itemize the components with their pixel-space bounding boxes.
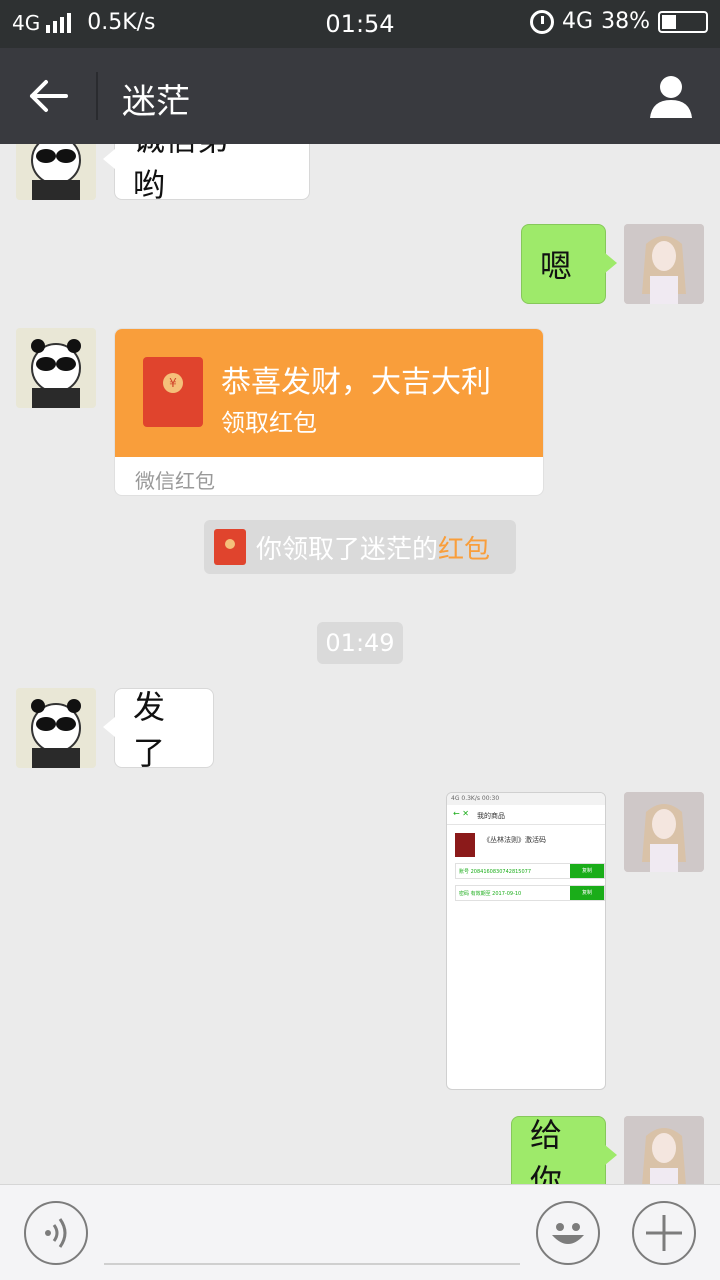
title-divider: [96, 72, 98, 120]
screenshot-copy-button: 复制: [570, 886, 604, 900]
message-bubble[interactable]: 给你: [511, 1116, 617, 1184]
screenshot-row: 密码 有效期至 2017-09-10 复制: [455, 885, 605, 901]
battery-percent: 38%: [601, 9, 650, 34]
page-title: 迷茫: [122, 82, 190, 122]
emoji-button[interactable]: [536, 1201, 600, 1265]
status-right: 4G 38%: [530, 9, 708, 34]
panda-avatar-icon: [16, 144, 96, 200]
message-bubble[interactable]: 诚信第一哟: [103, 144, 310, 204]
chat-area[interactable]: 诚信第一哟 嗯 ¥ 恭喜发财，大吉大利 领取红包 微信红包: [0, 144, 720, 1184]
alarm-icon: [530, 9, 555, 34]
profile-button[interactable]: [648, 72, 694, 120]
title-bar: 迷茫: [0, 48, 720, 144]
more-button[interactable]: [632, 1201, 696, 1265]
girl-avatar-icon: [624, 792, 704, 872]
red-packet-small-icon: [214, 529, 246, 565]
red-packet-body: ¥ 恭喜发财，大吉大利 领取红包: [115, 329, 543, 457]
avatar-contact[interactable]: [16, 688, 96, 768]
screenshot-copy-button: 复制: [570, 864, 604, 878]
screenshot-row: 账号 2084160830742815077 复制: [455, 863, 605, 879]
message-input[interactable]: [104, 1205, 520, 1265]
message-text: 诚信第一哟: [133, 144, 261, 204]
message-text: 发了: [133, 688, 166, 772]
person-icon: [650, 76, 692, 118]
status-bar: 4G 0.5K/s 01:54 4G 38%: [0, 0, 720, 48]
screenshot-status: 4G 0.3K/s 00:30: [447, 793, 605, 805]
screenshot-product-title: 《丛林法则》激活码: [483, 836, 546, 844]
notice-link[interactable]: 红包: [438, 535, 490, 565]
message-bubble[interactable]: 嗯: [521, 224, 617, 304]
avatar-self[interactable]: [624, 792, 704, 872]
red-packet-title: 恭喜发财，大吉大利: [221, 365, 491, 400]
red-packet-icon: ¥: [143, 357, 203, 427]
girl-avatar-icon: [624, 1116, 704, 1184]
message-text: 嗯: [540, 247, 573, 285]
avatar-self[interactable]: [624, 1116, 704, 1184]
red-packet-subtitle: 领取红包: [221, 409, 317, 437]
avatar-self[interactable]: [624, 224, 704, 304]
network-type-right: 4G: [562, 9, 594, 34]
screenshot-row-text: 密码 有效期至 2017-09-10: [459, 891, 522, 897]
input-bar: [0, 1184, 720, 1280]
back-arrow-icon: [30, 80, 68, 112]
system-notice[interactable]: 你领取了迷茫的红包: [204, 520, 516, 574]
voice-button[interactable]: [24, 1201, 88, 1265]
plus-icon: [646, 1215, 682, 1251]
voice-icon: [45, 1218, 67, 1248]
message-bubble[interactable]: 发了: [103, 688, 214, 772]
screenshot-header: 我的商品: [447, 805, 605, 825]
avatar-contact[interactable]: [16, 328, 96, 408]
panda-avatar-icon: [16, 328, 96, 408]
avatar-contact[interactable]: [16, 144, 96, 200]
timestamp: 01:49: [317, 622, 403, 664]
notice-text: 你领取了迷茫的红包: [256, 529, 490, 566]
red-packet-message[interactable]: ¥ 恭喜发财，大吉大利 领取红包 微信红包: [114, 328, 544, 496]
message-text: 给你: [530, 1116, 563, 1184]
screenshot-product-thumb: [455, 833, 475, 857]
screenshot-row-text: 账号 2084160830742815077: [459, 869, 532, 875]
panda-avatar-icon: [16, 688, 96, 768]
notice-prefix: 你领取了迷茫的: [256, 534, 439, 565]
image-message[interactable]: 4G 0.3K/s 00:30 我的商品 《丛林法则》激活码 账号 208416…: [446, 792, 606, 1090]
battery-icon: [658, 10, 708, 33]
back-button[interactable]: [22, 72, 76, 120]
smiley-icon: [552, 1223, 584, 1244]
girl-avatar-icon: [624, 224, 704, 304]
red-packet-footer: 微信红包: [135, 469, 215, 493]
